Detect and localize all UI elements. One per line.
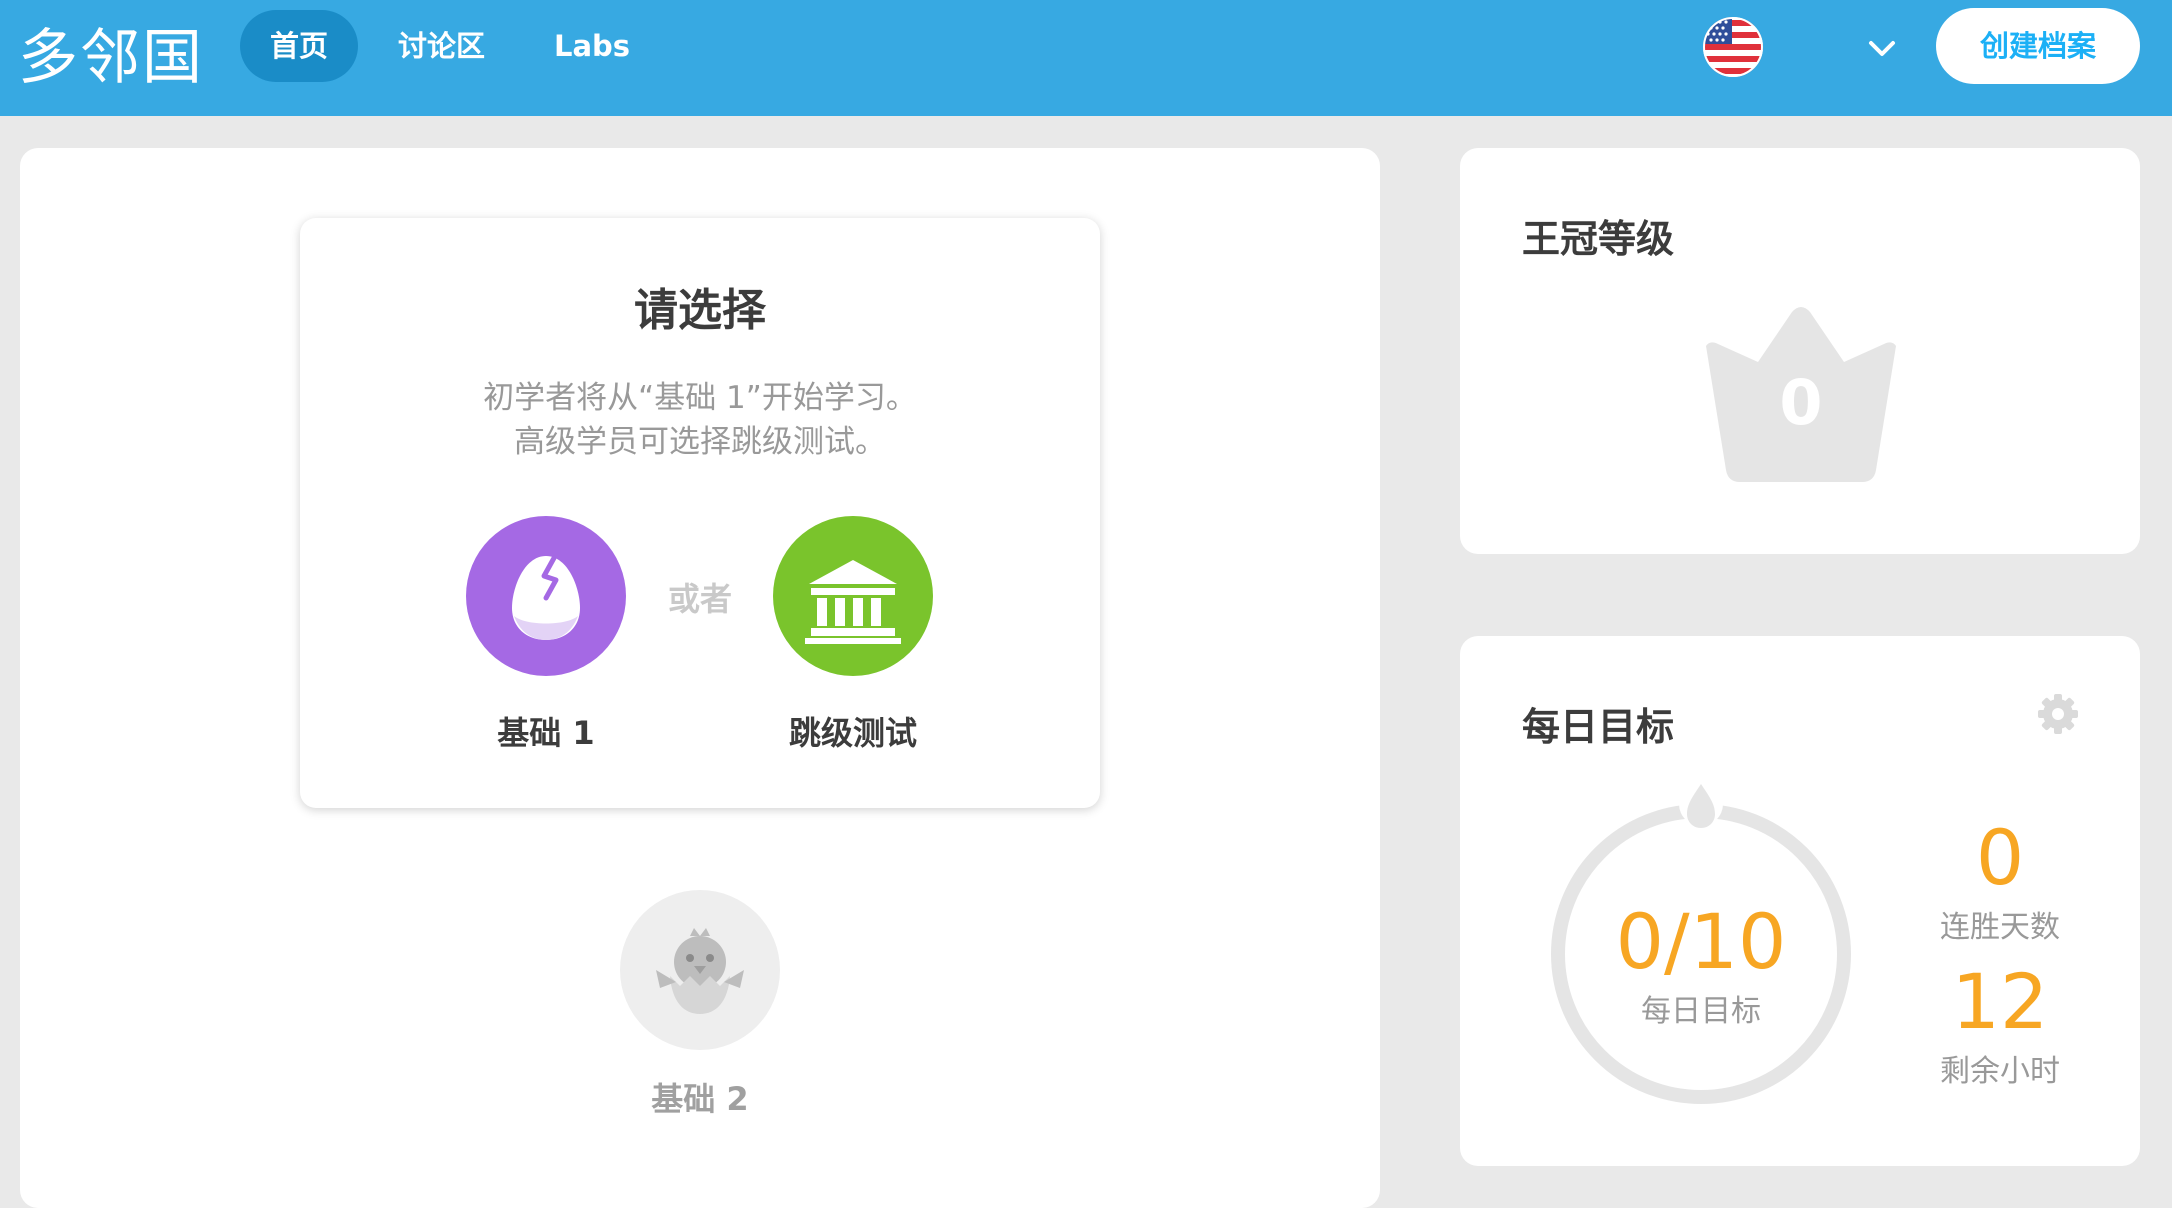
basics-1-button[interactable] xyxy=(466,516,626,676)
gear-icon[interactable] xyxy=(2036,692,2080,736)
daily-goal-progress-label: 每日目标 xyxy=(1641,994,1761,1029)
placement-test-button[interactable] xyxy=(773,516,933,676)
basics-2-skill[interactable] xyxy=(620,890,780,1050)
crown-level-title: 王冠等级 xyxy=(1522,217,1675,261)
create-profile-button[interactable]: 创建档案 xyxy=(1936,8,2140,84)
basics-2-label[interactable]: 基础 2 xyxy=(580,1074,820,1120)
tab-labs[interactable]: Labs xyxy=(524,10,660,82)
daily-goal-title: 每日目标 xyxy=(1522,705,1675,749)
streak-count: 0 xyxy=(1975,813,2025,902)
building-icon xyxy=(805,560,901,644)
basics-1-label[interactable]: 基础 1 xyxy=(436,708,656,754)
daily-goal-card: 每日目标 0/10 每日目标 0 连胜天数 12 剩余小时 xyxy=(1460,636,2140,1166)
daily-goal-progress-value: 0/10 xyxy=(1615,897,1787,986)
hours-left-label: 剩余小时 xyxy=(1940,1054,2060,1089)
skill-tree-panel: 请选择 初学者将从“基础 1”开始学习。 高级学员可选择跳级测试。 或者 基础 … xyxy=(20,148,1380,1208)
cracked-egg-icon xyxy=(512,555,580,640)
hours-left-count: 12 xyxy=(1951,957,2049,1046)
chevron-down-icon[interactable] xyxy=(1866,32,1898,64)
crown-count: 0 xyxy=(1779,366,1823,439)
hatching-chick-icon xyxy=(656,928,744,1014)
choice-title: 请选择 xyxy=(634,285,766,336)
choice-desc-line-1: 初学者将从“基础 1”开始学习。 xyxy=(483,380,917,416)
tab-home[interactable]: 首页 xyxy=(240,10,359,82)
choice-description: 初学者将从“基础 1”开始学习。 高级学员可选择跳级测试。 xyxy=(300,376,1100,464)
tab-discussion[interactable]: 讨论区 xyxy=(368,10,515,82)
or-separator: 或者 xyxy=(667,580,732,618)
streak-label: 连胜天数 xyxy=(1940,910,2060,945)
crown-level-card: 王冠等级 0 xyxy=(1460,148,2140,554)
crown-badge: 0 xyxy=(1696,306,1906,486)
top-nav-bar: 多邻国 首页 讨论区 Labs 创建档案 xyxy=(0,0,2172,116)
placement-test-label[interactable]: 跳级测试 xyxy=(743,708,963,754)
duolingo-logo[interactable]: 多邻国 xyxy=(18,8,204,108)
us-flag-icon[interactable] xyxy=(1702,16,1764,78)
choice-desc-line-2: 高级学员可选择跳级测试。 xyxy=(514,424,886,460)
placement-choice-card: 请选择 初学者将从“基础 1”开始学习。 高级学员可选择跳级测试。 或者 基础 … xyxy=(300,218,1100,808)
